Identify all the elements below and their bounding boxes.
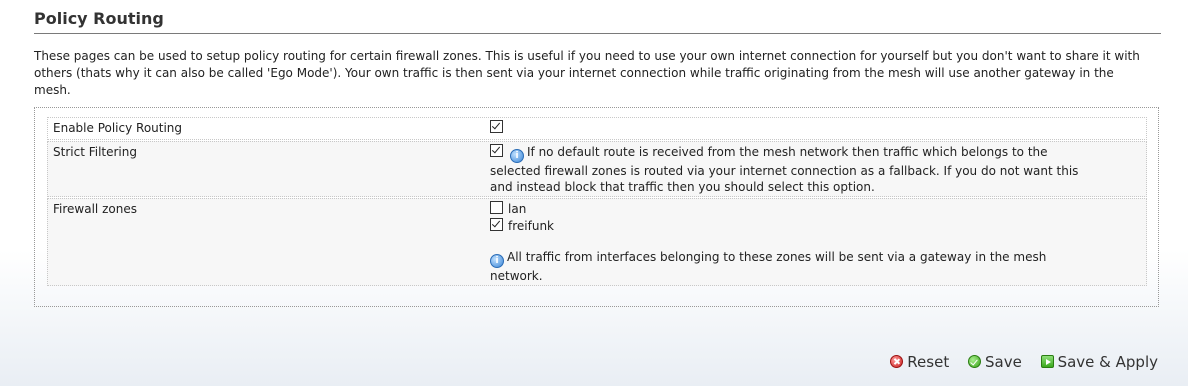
help-icon: i	[490, 254, 504, 268]
reset-icon	[890, 355, 904, 368]
title-divider	[34, 33, 1161, 34]
save-apply-icon	[1040, 355, 1054, 368]
zone-item-lan[interactable]: lan	[490, 201, 1090, 218]
save-button-label: Save	[984, 353, 1022, 371]
enable-policy-routing-label: Enable Policy Routing	[53, 121, 183, 135]
zone-freifunk-label: freifunk	[508, 219, 554, 233]
enable-policy-routing-value	[490, 120, 1090, 136]
save-button[interactable]: Save	[967, 353, 1022, 371]
page-title: Policy Routing	[34, 9, 164, 28]
strict-filtering-value: i If no default route is received from th…	[490, 144, 1090, 195]
row-firewall-zones: Firewall zones lan freifunk i All traffic…	[47, 198, 1147, 286]
firewall-zones-value: lan freifunk i All traffic from interface…	[490, 201, 1090, 284]
enable-policy-routing-checkbox[interactable]	[490, 120, 503, 133]
strict-filtering-label: Strict Filtering	[53, 145, 137, 159]
firewall-zones-help-block: i All traffic from interfaces belonging t…	[490, 249, 1090, 284]
row-enable-policy-routing: Enable Policy Routing	[47, 117, 1147, 140]
save-apply-button-label: Save & Apply	[1057, 353, 1158, 371]
reset-button-label: Reset	[907, 353, 950, 371]
zone-item-freifunk[interactable]: freifunk	[490, 218, 1090, 235]
page-description: These pages can be used to setup policy …	[34, 49, 1140, 97]
firewall-zones-label: Firewall zones	[53, 202, 137, 216]
save-icon	[967, 355, 981, 368]
strict-filtering-checkbox[interactable]	[490, 144, 503, 157]
save-apply-button[interactable]: Save & Apply	[1040, 353, 1158, 371]
row-strict-filtering: Strict Filtering i If no default route is…	[47, 141, 1147, 197]
zone-lan-label: lan	[508, 202, 527, 216]
help-icon: i	[510, 149, 524, 163]
zone-lan-checkbox[interactable]	[490, 201, 503, 214]
zone-freifunk-checkbox[interactable]	[490, 218, 503, 231]
strict-filtering-help: If no default route is received from the…	[490, 145, 1079, 194]
form-actions: Reset Save Save & Apply	[876, 353, 1158, 371]
firewall-zones-help: All traffic from interfaces belonging to…	[490, 250, 1047, 283]
reset-button[interactable]: Reset	[890, 353, 949, 371]
